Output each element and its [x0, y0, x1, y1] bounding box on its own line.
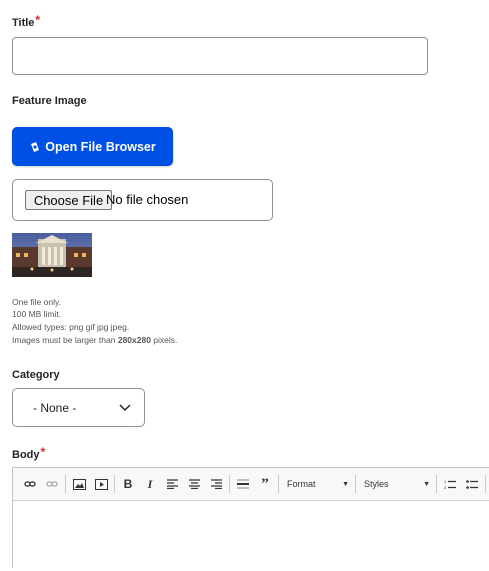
choose-file-button[interactable]: Choose File [25, 190, 112, 210]
chevron-down-icon [119, 401, 131, 415]
required-marker: * [35, 13, 41, 27]
title-label: Title* [12, 13, 41, 29]
upload-help-line: Allowed types: png gif jpg jpeg. [12, 322, 130, 332]
upload-help-line: Images must be larger than 280x280 pixel… [12, 334, 177, 347]
align-center-icon[interactable] [183, 473, 205, 495]
upload-help-line: 100 MB limit. [12, 309, 62, 319]
category-select[interactable]: - None - [12, 388, 145, 427]
no-file-chosen-text: No file chosen [106, 192, 189, 207]
align-right-icon[interactable] [205, 473, 227, 495]
editor-toolbar: B I ” Format ▼ Styles ▼ 12 [13, 468, 489, 501]
help-min-size: 280x280 [117, 335, 151, 345]
blockquote-icon[interactable]: ” [254, 473, 276, 495]
title-label-text: Title [12, 17, 35, 29]
italic-icon[interactable]: I [139, 473, 161, 495]
required-marker: * [40, 445, 46, 459]
styles-label: Styles [364, 479, 389, 489]
image-icon[interactable] [68, 473, 90, 495]
toolbar-separator [65, 475, 66, 493]
file-input[interactable]: Choose File No file chosen [12, 179, 273, 221]
bold-icon[interactable]: B [117, 473, 139, 495]
body-label-text: Body [12, 449, 40, 461]
body-label: Body* [12, 445, 46, 461]
open-file-browser-button[interactable]: Open File Browser [12, 127, 173, 166]
caret-down-icon: ▼ [423, 480, 430, 488]
format-dropdown[interactable]: Format ▼ [281, 474, 353, 494]
feature-image-label: Feature Image [12, 95, 87, 107]
horizontal-line-icon[interactable] [232, 473, 254, 495]
toolbar-separator [436, 475, 437, 493]
format-label: Format [287, 479, 316, 489]
svg-text:1: 1 [444, 479, 447, 484]
category-selected-value: - None - [33, 401, 77, 415]
body-editor-content[interactable] [13, 501, 489, 571]
file-browser-icon [29, 141, 40, 153]
caret-down-icon: ▼ [342, 480, 349, 488]
toolbar-separator [355, 475, 356, 493]
toolbar-separator [114, 475, 115, 493]
align-left-icon[interactable] [161, 473, 183, 495]
toolbar-separator [485, 475, 486, 493]
category-label: Category [12, 369, 60, 381]
help-text: Images must be larger than [12, 335, 118, 345]
title-input[interactable] [12, 37, 428, 75]
link-icon[interactable] [19, 473, 41, 495]
styles-dropdown[interactable]: Styles ▼ [358, 474, 434, 494]
toolbar-separator [278, 475, 279, 493]
numbered-list-icon[interactable]: 12 [439, 473, 461, 495]
svg-text:2: 2 [444, 485, 447, 490]
upload-help-line: One file only. [12, 297, 61, 307]
body-editor[interactable]: B I ” Format ▼ Styles ▼ 12 [12, 467, 489, 568]
media-embed-icon[interactable] [90, 473, 112, 495]
open-file-browser-label: Open File Browser [45, 139, 156, 154]
help-text: pixels. [150, 335, 178, 345]
feature-image-thumbnail[interactable] [12, 233, 92, 277]
bulleted-list-icon[interactable] [461, 473, 483, 495]
toolbar-separator [229, 475, 230, 493]
unlink-icon[interactable] [41, 473, 63, 495]
